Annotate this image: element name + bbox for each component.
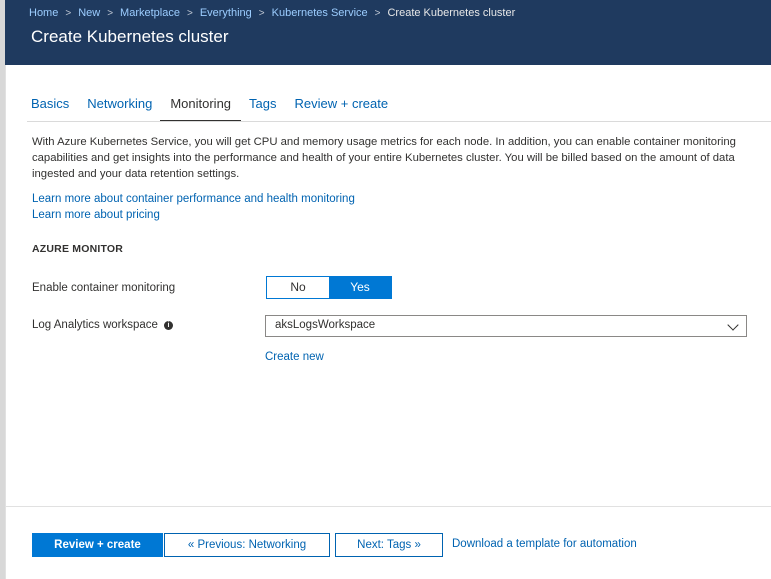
tab-monitoring[interactable]: Monitoring: [160, 94, 241, 122]
breadcrumb-separator-icon: >: [258, 8, 265, 19]
section-heading: AZURE MONITOR: [32, 243, 124, 255]
breadcrumb-current: Create Kubernetes cluster: [387, 7, 516, 19]
breadcrumb-marketplace[interactable]: Marketplace: [120, 7, 180, 19]
breadcrumb: Home > New > Marketplace > Everything > Kubernet…: [29, 6, 515, 21]
breadcrumb-everything[interactable]: Everything: [200, 7, 252, 19]
toggle-yes-option[interactable]: Yes: [329, 277, 391, 298]
info-icon[interactable]: i: [163, 321, 173, 330]
learn-more-pricing-link[interactable]: Learn more about pricing: [32, 209, 160, 221]
tab-tags[interactable]: Tags: [249, 94, 276, 118]
create-new-workspace-link[interactable]: Create new: [265, 351, 324, 363]
chevron-down-icon: [727, 319, 739, 331]
learn-more-monitoring-link[interactable]: Learn more about container performance a…: [32, 193, 355, 205]
workspace-label: Log Analytics workspace i: [32, 319, 173, 331]
tab-bar: Basics Networking Monitoring Tags Review…: [31, 94, 406, 122]
tab-divider: [27, 121, 771, 122]
workspace-label-text: Log Analytics workspace: [32, 319, 158, 331]
footer-divider: [6, 506, 771, 507]
tab-networking[interactable]: Networking: [87, 94, 152, 118]
breadcrumb-new[interactable]: New: [78, 7, 100, 19]
tab-basics[interactable]: Basics: [31, 94, 69, 118]
breadcrumb-home[interactable]: Home: [29, 7, 58, 19]
blade-content: Basics Networking Monitoring Tags Review…: [5, 65, 771, 579]
page-title: Create Kubernetes cluster: [31, 27, 229, 46]
previous-networking-button[interactable]: « Previous: Networking: [164, 533, 330, 557]
review-create-button[interactable]: Review + create: [32, 533, 163, 557]
intro-description: With Azure Kubernetes Service, you will …: [32, 136, 736, 180]
breadcrumb-separator-icon: >: [65, 8, 72, 19]
breadcrumb-separator-icon: >: [186, 8, 193, 19]
download-template-link[interactable]: Download a template for automation: [452, 538, 637, 550]
enable-monitoring-toggle: No Yes: [266, 276, 392, 299]
blade-header: Home > New > Marketplace > Everything > Kubernet…: [5, 0, 771, 65]
enable-monitoring-label: Enable container monitoring: [32, 282, 176, 294]
breadcrumb-separator-icon: >: [107, 8, 114, 19]
workspace-dropdown[interactable]: aksLogsWorkspace: [265, 315, 747, 337]
next-tags-button[interactable]: Next: Tags »: [335, 533, 443, 557]
breadcrumb-kubernetes-service[interactable]: Kubernetes Service: [272, 7, 368, 19]
workspace-dropdown-value: aksLogsWorkspace: [275, 319, 376, 331]
toggle-no-option[interactable]: No: [267, 277, 329, 298]
breadcrumb-separator-icon: >: [374, 8, 381, 19]
tab-review-create[interactable]: Review + create: [295, 94, 389, 118]
